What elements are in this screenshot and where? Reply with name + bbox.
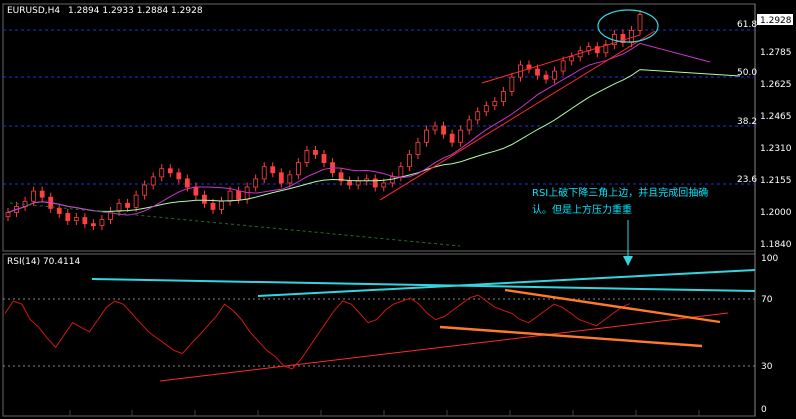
candle-body xyxy=(270,166,276,174)
candle-body xyxy=(150,176,156,186)
candle-body xyxy=(142,184,148,196)
candle-body xyxy=(304,150,310,164)
candle-body xyxy=(424,129,429,143)
candle-body xyxy=(31,190,37,202)
highlight-ellipse xyxy=(597,9,659,43)
candle-body xyxy=(560,60,566,72)
rsi-tick: 100 xyxy=(761,254,778,264)
candle-body xyxy=(202,194,207,204)
candle-body xyxy=(227,190,233,202)
candle-body xyxy=(184,178,190,188)
candle-body xyxy=(629,29,634,43)
rsi-resistance-1 xyxy=(91,278,756,292)
candle-body xyxy=(372,178,378,188)
trading-chart[interactable]: EURUSD,H4 1.2894 1.2933 1.2884 1.2928 RS… xyxy=(0,0,796,419)
candle-body xyxy=(125,202,130,208)
candle-body xyxy=(509,76,515,92)
fib-50-label: 50.0 xyxy=(737,68,757,78)
candle-body xyxy=(569,56,575,62)
candle-body xyxy=(321,154,327,164)
candle-body xyxy=(176,172,182,180)
rsi-panel-frame xyxy=(2,253,756,417)
candle-body xyxy=(39,190,45,198)
rsi-tick: 0 xyxy=(761,405,767,415)
candle-body xyxy=(458,129,464,143)
candle-body xyxy=(82,217,88,225)
candle-body xyxy=(116,202,122,212)
rsi-tick: 70 xyxy=(761,295,773,305)
symbol-label: EURUSD,H4 xyxy=(7,6,60,16)
rsi-axis: 100 70 30 0 xyxy=(761,254,778,415)
price-tick: 1.2000 xyxy=(760,208,792,218)
candle-body xyxy=(389,176,395,184)
candle-body xyxy=(483,105,489,113)
candle-body xyxy=(500,91,506,102)
candle-body xyxy=(441,125,446,135)
chart-canvas[interactable]: EURUSD,H4 1.2894 1.2933 1.2884 1.2928 RS… xyxy=(0,0,796,419)
candle-body xyxy=(91,223,96,227)
annotation-line-2: 认。但是上方压力重重 xyxy=(532,203,632,216)
price-axis: 1.2928 1.2785 1.2625 1.2465 1.2310 1.215… xyxy=(757,14,793,250)
price-tick: 1.2465 xyxy=(760,112,792,122)
candle-body xyxy=(637,14,643,31)
candle-body xyxy=(347,180,353,186)
candle-body xyxy=(253,178,259,188)
fib-61-label: 61.8 xyxy=(737,20,757,30)
rsi-triangle-upper xyxy=(504,288,721,324)
candle-body xyxy=(261,166,267,180)
candle-body xyxy=(475,111,481,121)
current-price: 1.2928 xyxy=(760,16,792,26)
price-tick: 1.2625 xyxy=(760,80,792,90)
candle-body xyxy=(244,186,250,200)
fib-38-label: 38.2 xyxy=(737,117,757,127)
ohlc-values: 1.2894 1.2933 1.2884 1.2928 xyxy=(68,6,203,16)
rsi-title: RSI(14) 70.4114 xyxy=(7,257,80,267)
candle-body xyxy=(278,172,284,184)
candle-body xyxy=(219,200,224,210)
rsi-line xyxy=(4,294,631,370)
candle-body xyxy=(466,119,472,131)
channel-upper xyxy=(481,34,641,84)
candle-body xyxy=(543,74,549,80)
candle-body xyxy=(398,166,404,178)
candle-body xyxy=(65,213,71,222)
old-trendline xyxy=(9,202,461,247)
candle-body xyxy=(313,150,318,155)
fib-lines xyxy=(3,29,755,185)
candle-body xyxy=(167,168,173,174)
candle-body xyxy=(407,154,412,168)
candle-body xyxy=(287,174,293,184)
candle-body xyxy=(492,101,498,107)
candle-body xyxy=(381,182,387,188)
channel-lower xyxy=(379,30,656,201)
candle-body xyxy=(56,207,62,214)
time-ticks xyxy=(69,410,700,416)
candle-body xyxy=(159,168,165,178)
candle-body xyxy=(449,133,455,143)
candle-body xyxy=(432,125,438,131)
candle-body xyxy=(193,186,199,196)
candle-body xyxy=(415,141,421,155)
rsi-support xyxy=(159,312,729,382)
price-tick: 1.1840 xyxy=(760,240,792,250)
price-tick: 1.2310 xyxy=(760,144,792,154)
price-tick: 1.2785 xyxy=(760,48,792,58)
annotation-arrow-head xyxy=(623,256,633,266)
candle-body xyxy=(355,180,361,186)
candle-body xyxy=(535,68,540,76)
candle-body xyxy=(295,162,301,176)
rsi-tick: 30 xyxy=(761,362,773,372)
candle-body xyxy=(236,190,241,200)
candle-body xyxy=(73,217,79,222)
candle-body xyxy=(133,194,139,208)
fib-23-label: 23.6 xyxy=(737,175,757,185)
candle-body xyxy=(99,219,105,227)
candle-body xyxy=(552,70,557,80)
candle-body xyxy=(210,202,216,210)
rsi-levels xyxy=(3,298,755,367)
annotation-line-1: RSI上破下降三角上边，并且完成回抽确 xyxy=(532,186,708,199)
price-tick: 1.2155 xyxy=(760,176,792,186)
candle-body xyxy=(5,212,11,217)
